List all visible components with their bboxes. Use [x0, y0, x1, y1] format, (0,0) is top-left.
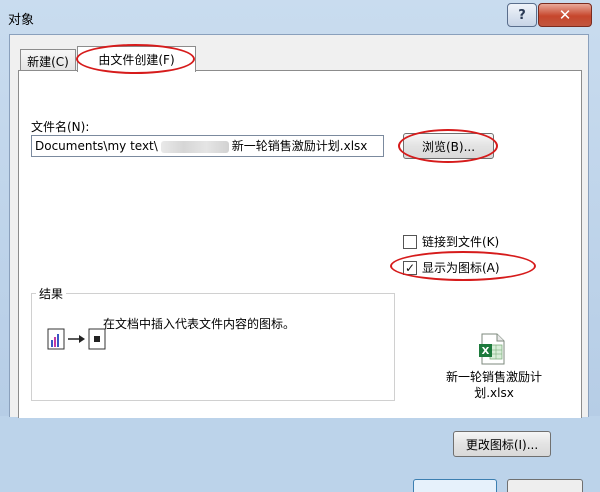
checkbox-box[interactable] [403, 234, 417, 249]
icon-caption-line1: 新一轮销售激励计 [445, 370, 542, 384]
filename-name: 新一轮销售激励计划.xlsx [231, 139, 368, 153]
tab-from-file[interactable]: 由文件创建(F) [77, 46, 196, 72]
tab-new[interactable]: 新建(C) [20, 49, 76, 72]
svg-text:X: X [482, 346, 490, 357]
excel-file-icon: X [479, 333, 505, 365]
change-icon-button[interactable]: 更改图标(I)... [453, 431, 551, 457]
insert-icon-diagram [47, 328, 106, 350]
file-icon [88, 328, 106, 350]
close-button[interactable]: ✕ [538, 3, 592, 27]
tab-panel: 文件名(N): Documents\my text\ 新一轮销售激励计划.xlsx… [18, 70, 583, 492]
icon-caption: 新一轮销售激励计 划.xlsx [429, 369, 559, 401]
chart-document-icon [47, 328, 65, 350]
dialog-title: 对象 [8, 13, 35, 28]
display-as-icon-checkbox[interactable]: ✓ 显示为图标(A) [403, 259, 500, 276]
redacted-segment [160, 140, 229, 153]
ok-button[interactable] [413, 479, 497, 492]
result-title: 结果 [36, 285, 67, 302]
filename-path: Documents\my text\ [35, 139, 158, 153]
dialog-titlebar: 对象 ? ✕ [0, 0, 600, 34]
cancel-button[interactable] [507, 479, 583, 492]
filename-input[interactable]: Documents\my text\ 新一轮销售激励计划.xlsx [31, 135, 384, 157]
link-to-file-label: 链接到文件(K) [422, 235, 500, 249]
help-button[interactable]: ? [507, 3, 537, 27]
checkmark-icon[interactable]: ✓ [403, 260, 417, 275]
icon-caption-line2: 划.xlsx [474, 386, 514, 400]
link-to-file-checkbox[interactable]: 链接到文件(K) [403, 233, 499, 250]
filename-label: 文件名(N): [31, 120, 90, 134]
arrow-icon [68, 335, 85, 343]
dialog-body: 新建(C) 由文件创建(F) 文件名(N): Documents\my text… [9, 34, 589, 492]
browse-button[interactable]: 浏览(B)... [403, 133, 494, 159]
result-text: 在文档中插入代表文件内容的图标。 [103, 317, 296, 331]
display-as-icon-label: 显示为图标(A) [422, 261, 500, 275]
